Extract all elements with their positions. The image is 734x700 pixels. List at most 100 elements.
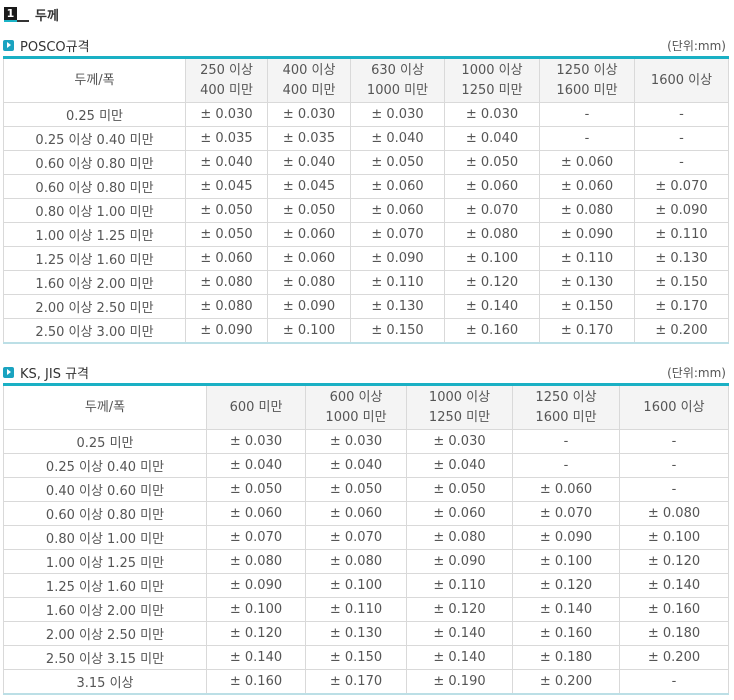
tolerance-cell: ± 0.080 bbox=[267, 270, 351, 295]
table-row: 2.50 이상 3.15 미만 ± 0.140 ± 0.150 ± 0.140 ± 0.… bbox=[3, 645, 729, 670]
table-row: 0.25 이상 0.40 미만 ± 0.040 ± 0.040 ± 0.040- - bbox=[3, 453, 729, 478]
tolerance-cell: ± 0.120 bbox=[619, 549, 729, 574]
tolerance-cell: - bbox=[619, 429, 729, 454]
tolerance-cell: ± 0.130 bbox=[305, 621, 407, 646]
tolerance-cell: ± 0.040 bbox=[406, 453, 513, 478]
column-header-line: 1000 미만 bbox=[366, 82, 429, 98]
tolerance-cell: ± 0.070 bbox=[634, 174, 729, 199]
tolerance-cell: ± 0.070 bbox=[206, 525, 306, 550]
tolerance-cell: ± 0.080 bbox=[406, 525, 513, 550]
tolerance-cell: ± 0.080 bbox=[539, 198, 635, 223]
posco-header-row: 두께/폭 250 이상 400 미만 400 이상 400 미만 630 이상 1000 미… bbox=[3, 57, 729, 103]
tolerance-cell: ± 0.030 bbox=[305, 429, 407, 454]
column-header: 1000 이상 1250 미만 bbox=[444, 57, 540, 103]
tolerance-cell: ± 0.080 bbox=[444, 222, 540, 247]
tolerance-cell: ± 0.060 bbox=[539, 174, 635, 199]
tolerance-cell: ± 0.100 bbox=[206, 597, 306, 622]
row-label: 1.25 이상 1.60 미만 bbox=[3, 573, 207, 598]
tolerance-cell: ± 0.060 bbox=[185, 246, 268, 271]
table-row: 2.00 이상 2.50 미만 ± 0.080 ± 0.090 ± 0.130 ± 0.… bbox=[3, 294, 729, 319]
table-row: 0.40 이상 0.60 미만 ± 0.050 ± 0.050 ± 0.050 ± 0.… bbox=[3, 477, 729, 502]
tolerance-cell: ± 0.060 bbox=[350, 198, 445, 223]
tolerance-cell: ± 0.110 bbox=[350, 270, 445, 295]
tolerance-cell: ± 0.040 bbox=[350, 126, 445, 151]
ks-jis-section-title: KS, JIS 규격 bbox=[3, 363, 89, 382]
ks-jis-table: 두께/폭 600 미만 600 이상 1000 미만 1000 이상 1250 미만 125… bbox=[3, 383, 729, 695]
tolerance-cell: ± 0.060 bbox=[267, 246, 351, 271]
tolerance-cell: ± 0.060 bbox=[539, 150, 635, 175]
tolerance-cell: ± 0.035 bbox=[185, 126, 268, 151]
column-header: 250 이상 400 미만 bbox=[185, 57, 268, 103]
column-header-line: 1000 이상 bbox=[428, 389, 491, 405]
posco-table-body: 0.25 미만 ± 0.030 ± 0.030 ± 0.030 ± 0.030- -0.2… bbox=[3, 102, 729, 344]
table-row: 0.80 이상 1.00 미만 ± 0.050 ± 0.050 ± 0.060 ± 0.… bbox=[3, 198, 729, 223]
column-header-line: 1250 이상 bbox=[535, 389, 597, 405]
tolerance-cell: ± 0.200 bbox=[512, 669, 620, 695]
tolerance-cell: ± 0.150 bbox=[350, 318, 445, 344]
column-header-line: 1250 미만 bbox=[461, 82, 523, 98]
tolerance-cell: ± 0.050 bbox=[185, 198, 268, 223]
posco-table: 두께/폭 250 이상 400 미만 400 이상 400 미만 630 이상 1000 미… bbox=[3, 56, 729, 344]
tolerance-cell: ± 0.080 bbox=[206, 549, 306, 574]
tolerance-cell: ± 0.200 bbox=[634, 318, 729, 344]
column-header-line: 630 이상 bbox=[371, 62, 424, 78]
posco-section-title: POSCO규격 bbox=[3, 36, 90, 55]
column-header-line: 1000 이상 bbox=[461, 62, 523, 78]
tolerance-cell: ± 0.120 bbox=[206, 621, 306, 646]
tolerance-cell: ± 0.090 bbox=[185, 318, 268, 344]
tolerance-cell: ± 0.060 bbox=[206, 501, 306, 526]
tolerance-cell: - bbox=[619, 669, 729, 695]
tolerance-cell: ± 0.120 bbox=[512, 573, 620, 598]
tolerance-cell: ± 0.060 bbox=[350, 174, 445, 199]
column-header-line: 1250 미만 bbox=[428, 409, 491, 425]
column-header: 1250 이상 1600 미만 bbox=[539, 57, 635, 103]
tolerance-cell: ± 0.045 bbox=[267, 174, 351, 199]
tolerance-cell: - bbox=[634, 126, 729, 151]
column-header: 400 이상 400 미만 bbox=[267, 57, 351, 103]
column-header-line: 400 미만 bbox=[282, 82, 336, 98]
tolerance-cell: ± 0.040 bbox=[206, 453, 306, 478]
tolerance-cell: ± 0.130 bbox=[350, 294, 445, 319]
tolerance-cell: ± 0.140 bbox=[406, 621, 513, 646]
tolerance-cell: ± 0.040 bbox=[185, 150, 268, 175]
tolerance-cell: ± 0.030 bbox=[406, 429, 513, 454]
tolerance-cell: ± 0.070 bbox=[512, 501, 620, 526]
posco-section-header: POSCO규격 (단위:mm) bbox=[3, 34, 728, 56]
tolerance-cell: ± 0.060 bbox=[406, 501, 513, 526]
column-header: 1250 이상 1600 미만 bbox=[512, 384, 620, 430]
tolerance-cell: ± 0.040 bbox=[267, 150, 351, 175]
tolerance-cell: ± 0.060 bbox=[444, 174, 540, 199]
corner-header: 두께/폭 bbox=[3, 57, 186, 103]
tolerance-cell: ± 0.140 bbox=[512, 597, 620, 622]
tolerance-cell: ± 0.110 bbox=[406, 573, 513, 598]
row-label: 2.50 이상 3.00 미만 bbox=[3, 318, 186, 344]
table-row: 1.00 이상 1.25 미만 ± 0.050 ± 0.060 ± 0.070 ± 0.… bbox=[3, 222, 729, 247]
row-label: 0.40 이상 0.60 미만 bbox=[3, 477, 207, 502]
row-label: 0.25 미만 bbox=[3, 102, 186, 127]
page-title: 두께 bbox=[35, 8, 59, 24]
posco-unit-label: (단위:mm) bbox=[667, 38, 726, 53]
column-header-line: 600 미만 bbox=[229, 399, 283, 415]
tolerance-cell: ± 0.100 bbox=[267, 318, 351, 344]
column-header-line: 1600 이상 bbox=[643, 399, 705, 415]
tolerance-cell: ± 0.040 bbox=[305, 453, 407, 478]
row-label: 1.00 이상 1.25 미만 bbox=[3, 222, 186, 247]
tolerance-cell: ± 0.100 bbox=[619, 525, 729, 550]
column-header-line: 1600 미만 bbox=[535, 409, 597, 425]
table-row: 1.60 이상 2.00 미만 ± 0.100 ± 0.110 ± 0.120 ± 0.… bbox=[3, 597, 729, 622]
tolerance-cell: ± 0.190 bbox=[406, 669, 513, 695]
column-header: 600 이상 1000 미만 bbox=[305, 384, 407, 430]
section-number: 1 bbox=[4, 7, 17, 22]
table-row: 1.25 이상 1.60 미만 ± 0.060 ± 0.060 ± 0.090 ± 0.… bbox=[3, 246, 729, 271]
tolerance-cell: ± 0.110 bbox=[634, 222, 729, 247]
tolerance-cell: ± 0.160 bbox=[619, 597, 729, 622]
table-row: 0.60 이상 0.80 미만 ± 0.045 ± 0.045 ± 0.060 ± 0.… bbox=[3, 174, 729, 199]
tolerance-cell: ± 0.160 bbox=[512, 621, 620, 646]
table-row: 1.60 이상 2.00 미만 ± 0.080 ± 0.080 ± 0.110 ± 0.… bbox=[3, 270, 729, 295]
table-row: 3.15 이상 ± 0.160 ± 0.170 ± 0.190 ± 0.200- bbox=[3, 669, 729, 695]
tolerance-cell: ± 0.050 bbox=[267, 198, 351, 223]
tolerance-cell: ± 0.130 bbox=[539, 270, 635, 295]
tolerance-cell: ± 0.160 bbox=[444, 318, 540, 344]
row-label: 1.00 이상 1.25 미만 bbox=[3, 549, 207, 574]
section-number-badge: 1 bbox=[4, 6, 29, 22]
